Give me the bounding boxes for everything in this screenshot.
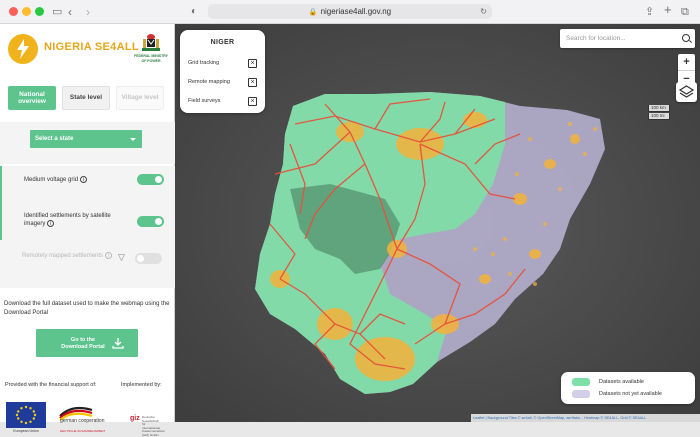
giz-subtext: Deutsche Gesellschaft für Internationale… — [142, 415, 165, 437]
state-select-label: Select a state — [35, 136, 74, 142]
info-icon[interactable]: i — [105, 252, 113, 259]
chevron-down-icon — [130, 138, 136, 141]
field-surveys-close-icon[interactable]: × — [248, 97, 257, 106]
ministry-label: FEDERAL MINISTRY OF POWER — [133, 54, 169, 63]
niger-state-card: NIGER Grid tracking × Remote mapping × F… — [180, 30, 265, 113]
tab-village-level[interactable]: Village level — [116, 86, 164, 110]
attribution-text[interactable]: Leaflet | Background Tiles © se4all, © O… — [473, 416, 646, 420]
legend-label-available: Datasets available — [599, 379, 644, 385]
niger-card-title: NIGER — [210, 39, 235, 46]
lock-icon: 🔒 — [308, 9, 318, 16]
maximize-window-button[interactable] — [35, 7, 44, 16]
layer-row-remotely-mapped: Remotely mapped settlements i ▽ — [0, 242, 175, 278]
sidebar-toggle-icon[interactable]: ▭ — [52, 4, 62, 20]
identified-settlements-toggle[interactable] — [137, 216, 164, 227]
browser-window: ▭ ‹ › ◐ 🔒 nigeriase4all.gov.ng ↻ ⇪ + ⧉ NI… — [0, 0, 700, 436]
layer-label: Identified settlements by satellite imag… — [24, 212, 114, 228]
close-window-button[interactable] — [9, 7, 18, 16]
share-icon[interactable]: ⇪ — [645, 4, 654, 20]
layer-label-text: Identified settlements by satellite imag… — [24, 213, 111, 228]
layers-icon — [678, 85, 695, 98]
lightning-icon — [17, 39, 29, 59]
minimize-window-button[interactable] — [22, 7, 31, 16]
layer-row-identified-settlements: Identified settlements by satellite imag… — [0, 202, 175, 240]
support-label: Provided with the financial support of: — [5, 382, 97, 388]
filter-icon[interactable]: ▽ — [118, 252, 125, 263]
location-search-input[interactable]: Search for location... — [560, 29, 695, 48]
search-placeholder: Search for location... — [566, 35, 626, 42]
forward-icon[interactable]: › — [86, 4, 90, 20]
privacy-shield-icon[interactable]: ◐ — [191, 4, 197, 20]
sidebar: NIGERIA SE4ALL FEDERAL MINISTRY OF POWER… — [0, 24, 175, 436]
remote-mapping-item: Remote mapping — [188, 79, 230, 85]
back-icon[interactable]: ‹ — [68, 4, 72, 20]
scale-mi: 100 mi — [648, 113, 670, 120]
download-description: Download the full dataset used to make t… — [4, 301, 170, 316]
remote-mapping-close-icon[interactable]: × — [248, 78, 257, 87]
layer-toggles-panel: Medium voltage grid i Identified settleme… — [0, 166, 175, 288]
download-portal-label: Go to the Download Portal — [61, 337, 105, 350]
coat-of-arms-icon — [142, 34, 160, 51]
giz-logo: giz — [130, 415, 140, 422]
url-text: nigeriase4all.gov.ng — [320, 7, 392, 16]
info-icon[interactable]: i — [47, 220, 55, 227]
address-bar[interactable]: 🔒 nigeriase4all.gov.ng ↻ — [208, 4, 492, 19]
download-portal-button[interactable]: Go to the Download Portal — [36, 329, 138, 357]
info-icon[interactable]: i — [80, 176, 88, 183]
eu-caption: European Union — [13, 429, 39, 433]
state-select[interactable]: Select a state — [30, 130, 142, 148]
layer-label-text: Medium voltage grid — [24, 177, 79, 184]
implemented-label: Implemented by: — [121, 382, 162, 388]
scale-bar: 100 km 100 mi — [648, 105, 696, 121]
legend-swatch-not-available — [572, 390, 590, 398]
german-cooperation-subtext: DEUTSCHE ZUSAMMENARBEIT — [60, 429, 106, 433]
tab-overview-icon[interactable]: ⧉ — [681, 4, 689, 20]
grid-tracking-close-icon[interactable]: × — [248, 59, 257, 68]
layer-label: Medium voltage grid i — [24, 176, 88, 184]
field-surveys-item: Field surveys — [188, 98, 221, 104]
download-icon — [112, 338, 124, 349]
zoom-in-button[interactable]: + — [678, 54, 695, 71]
tab-state-level[interactable]: State level — [62, 86, 110, 110]
new-tab-icon[interactable]: + — [664, 2, 672, 18]
header-logos: NIGERIA SE4ALL FEDERAL MINISTRY OF POWER — [0, 24, 175, 74]
legend-swatch-available — [572, 378, 590, 386]
remotely-mapped-toggle[interactable] — [135, 253, 162, 264]
scale-km: 100 km — [648, 105, 670, 112]
layer-label: Remotely mapped settlements i — [22, 252, 113, 260]
medium-voltage-grid-toggle[interactable] — [137, 174, 164, 185]
search-icon[interactable] — [682, 34, 690, 42]
map-legend: Datasets available Datasets not yet avai… — [561, 372, 695, 404]
map-canvas[interactable]: NIGER Grid tracking × Remote mapping × F… — [175, 24, 700, 422]
layer-row-medium-voltage-grid: Medium voltage grid i — [0, 166, 175, 202]
eu-stars-icon — [15, 405, 37, 425]
legend-label-not-available: Datasets not yet available — [599, 391, 662, 397]
eu-flag-logo — [6, 402, 46, 428]
layer-label-text: Remotely mapped settlements — [22, 253, 104, 260]
se4all-logo — [8, 34, 38, 64]
level-tabs: National overview State level Village le… — [8, 86, 168, 112]
layers-button[interactable] — [676, 82, 697, 102]
map-attribution: Leaflet | Background Tiles © se4all, © O… — [471, 414, 700, 422]
browser-toolbar: ▭ ‹ › ◐ 🔒 nigeriase4all.gov.ng ↻ ⇪ + ⧉ — [0, 0, 700, 24]
grid-tracking-item: Grid tracking — [188, 60, 220, 66]
logo-text: NIGERIA SE4ALL — [44, 41, 139, 53]
reload-icon[interactable]: ↻ — [480, 4, 487, 19]
tab-national-overview[interactable]: National overview — [8, 86, 56, 110]
